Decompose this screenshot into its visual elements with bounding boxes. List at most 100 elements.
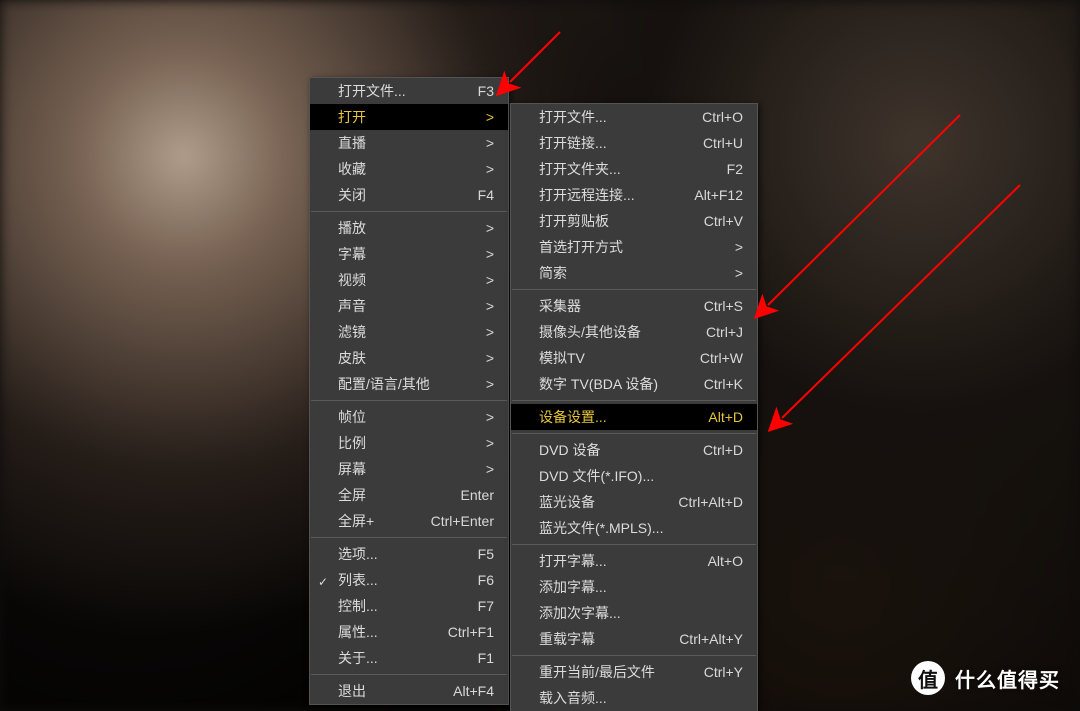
menu-item-shortcut: Ctrl+S xyxy=(674,298,743,314)
submenu-arrow-icon: > xyxy=(456,376,494,392)
main-menu-item[interactable]: 控制...F7 xyxy=(310,593,508,619)
menu-item-label: 采集器 xyxy=(539,296,674,316)
open-submenu-item[interactable]: 采集器Ctrl+S xyxy=(511,293,757,319)
main-context-menu: 打开文件...F3打开>直播>收藏>关闭F4播放>字幕>视频>声音>滤镜>皮肤>… xyxy=(309,77,509,705)
open-submenu-item[interactable]: 设备设置...Alt+D xyxy=(511,404,757,430)
menu-item-label: 打开 xyxy=(338,107,456,127)
menu-separator xyxy=(512,400,756,401)
menu-item-label: 关于... xyxy=(338,648,448,668)
open-submenu-item[interactable]: 打开字幕...Alt+O xyxy=(511,548,757,574)
main-menu-item[interactable]: 视频> xyxy=(310,267,508,293)
submenu-arrow-icon: > xyxy=(456,109,494,125)
main-menu-item[interactable]: 帧位> xyxy=(310,404,508,430)
menu-item-label: 全屏 xyxy=(338,485,431,505)
menu-item-label: 退出 xyxy=(338,681,423,701)
menu-item-label: 字幕 xyxy=(338,244,456,264)
main-menu-item[interactable]: 收藏> xyxy=(310,156,508,182)
main-menu-item[interactable]: 字幕> xyxy=(310,241,508,267)
menu-item-label: 载入音频... xyxy=(539,688,743,708)
menu-item-shortcut: Ctrl+D xyxy=(673,442,743,458)
main-menu-item[interactable]: 播放> xyxy=(310,215,508,241)
submenu-arrow-icon: > xyxy=(456,161,494,177)
submenu-arrow-icon: > xyxy=(456,461,494,477)
open-submenu-item[interactable]: DVD 设备Ctrl+D xyxy=(511,437,757,463)
menu-item-label: 控制... xyxy=(338,596,448,616)
menu-item-label: 列表... xyxy=(338,570,448,590)
menu-item-label: DVD 设备 xyxy=(539,440,673,460)
main-menu-item[interactable]: 属性...Ctrl+F1 xyxy=(310,619,508,645)
open-submenu-item[interactable]: 打开文件夹...F2 xyxy=(511,156,757,182)
menu-separator xyxy=(311,674,507,675)
main-menu-item[interactable]: 退出Alt+F4 xyxy=(310,678,508,704)
menu-separator xyxy=(512,544,756,545)
menu-item-label: 打开文件... xyxy=(539,107,672,127)
submenu-arrow-icon: > xyxy=(705,239,743,255)
main-menu-item[interactable]: 全屏Enter xyxy=(310,482,508,508)
menu-item-label: 摄像头/其他设备 xyxy=(539,322,676,342)
open-submenu-item[interactable]: 添加次字幕... xyxy=(511,600,757,626)
open-submenu-item[interactable]: 重载字幕Ctrl+Alt+Y xyxy=(511,626,757,652)
main-menu-item[interactable]: 声音> xyxy=(310,293,508,319)
open-submenu-item[interactable]: 数字 TV(BDA 设备)Ctrl+K xyxy=(511,371,757,397)
menu-item-shortcut: Ctrl+Alt+D xyxy=(648,494,743,510)
menu-item-label: 打开链接... xyxy=(539,133,673,153)
submenu-arrow-icon: > xyxy=(456,350,494,366)
menu-item-shortcut: Alt+O xyxy=(678,553,743,569)
menu-item-shortcut: Ctrl+F1 xyxy=(418,624,494,640)
main-menu-item[interactable]: 关闭F4 xyxy=(310,182,508,208)
open-submenu-item[interactable]: 首选打开方式> xyxy=(511,234,757,260)
main-menu-item[interactable]: 屏幕> xyxy=(310,456,508,482)
menu-item-label: 模拟TV xyxy=(539,348,670,368)
main-menu-item[interactable]: 选项...F5 xyxy=(310,541,508,567)
menu-item-label: 蓝光文件(*.MPLS)... xyxy=(539,518,743,538)
menu-item-shortcut: Ctrl+Alt+Y xyxy=(649,631,743,647)
open-submenu-item[interactable]: 打开文件...Ctrl+O xyxy=(511,104,757,130)
submenu-arrow-icon: > xyxy=(456,409,494,425)
menu-item-shortcut: F2 xyxy=(697,161,743,177)
menu-item-label: 声音 xyxy=(338,296,456,316)
menu-item-label: DVD 文件(*.IFO)... xyxy=(539,466,743,486)
open-submenu-item[interactable]: 蓝光文件(*.MPLS)... xyxy=(511,515,757,541)
menu-item-label: 滤镜 xyxy=(338,322,456,342)
menu-item-label: 配置/语言/其他 xyxy=(338,374,456,394)
main-menu-item[interactable]: 关于...F1 xyxy=(310,645,508,671)
submenu-arrow-icon: > xyxy=(456,135,494,151)
submenu-arrow-icon: > xyxy=(456,220,494,236)
main-menu-item[interactable]: 滤镜> xyxy=(310,319,508,345)
menu-item-shortcut: Alt+D xyxy=(678,409,743,425)
video-player-frame: 打开文件...F3打开>直播>收藏>关闭F4播放>字幕>视频>声音>滤镜>皮肤>… xyxy=(0,0,1080,711)
main-menu-item[interactable]: 比例> xyxy=(310,430,508,456)
menu-separator xyxy=(311,211,507,212)
main-menu-item[interactable]: 配置/语言/其他> xyxy=(310,371,508,397)
open-submenu: 打开文件...Ctrl+O打开链接...Ctrl+U打开文件夹...F2打开远程… xyxy=(510,103,758,711)
open-submenu-item[interactable]: 添加字幕... xyxy=(511,574,757,600)
menu-separator xyxy=(512,289,756,290)
open-submenu-item[interactable]: 摄像头/其他设备Ctrl+J xyxy=(511,319,757,345)
menu-item-shortcut: Alt+F12 xyxy=(664,187,743,203)
open-submenu-item[interactable]: 打开链接...Ctrl+U xyxy=(511,130,757,156)
main-menu-item[interactable]: 全屏+Ctrl+Enter xyxy=(310,508,508,534)
open-submenu-item[interactable]: 蓝光设备Ctrl+Alt+D xyxy=(511,489,757,515)
menu-item-label: 首选打开方式 xyxy=(539,237,705,257)
open-submenu-item[interactable]: 打开剪贴板Ctrl+V xyxy=(511,208,757,234)
menu-item-shortcut: Ctrl+Y xyxy=(674,664,743,680)
main-menu-item[interactable]: 打开> xyxy=(310,104,508,130)
menu-item-label: 打开远程连接... xyxy=(539,185,664,205)
open-submenu-item[interactable]: 打开远程连接...Alt+F12 xyxy=(511,182,757,208)
open-submenu-item[interactable]: DVD 文件(*.IFO)... xyxy=(511,463,757,489)
open-submenu-item[interactable]: 载入音频... xyxy=(511,685,757,711)
open-submenu-item[interactable]: 重开当前/最后文件Ctrl+Y xyxy=(511,659,757,685)
menu-item-label: 选项... xyxy=(338,544,448,564)
open-submenu-item[interactable]: 模拟TVCtrl+W xyxy=(511,345,757,371)
open-submenu-item[interactable]: 简索> xyxy=(511,260,757,286)
menu-item-label: 蓝光设备 xyxy=(539,492,648,512)
menu-item-label: 打开字幕... xyxy=(539,551,678,571)
submenu-arrow-icon: > xyxy=(456,435,494,451)
check-icon xyxy=(318,573,330,585)
main-menu-item[interactable]: 皮肤> xyxy=(310,345,508,371)
menu-item-label: 打开文件夹... xyxy=(539,159,697,179)
main-menu-item[interactable]: 直播> xyxy=(310,130,508,156)
main-menu-item[interactable]: 打开文件...F3 xyxy=(310,78,508,104)
menu-item-label: 重载字幕 xyxy=(539,629,649,649)
main-menu-item[interactable]: 列表...F6 xyxy=(310,567,508,593)
